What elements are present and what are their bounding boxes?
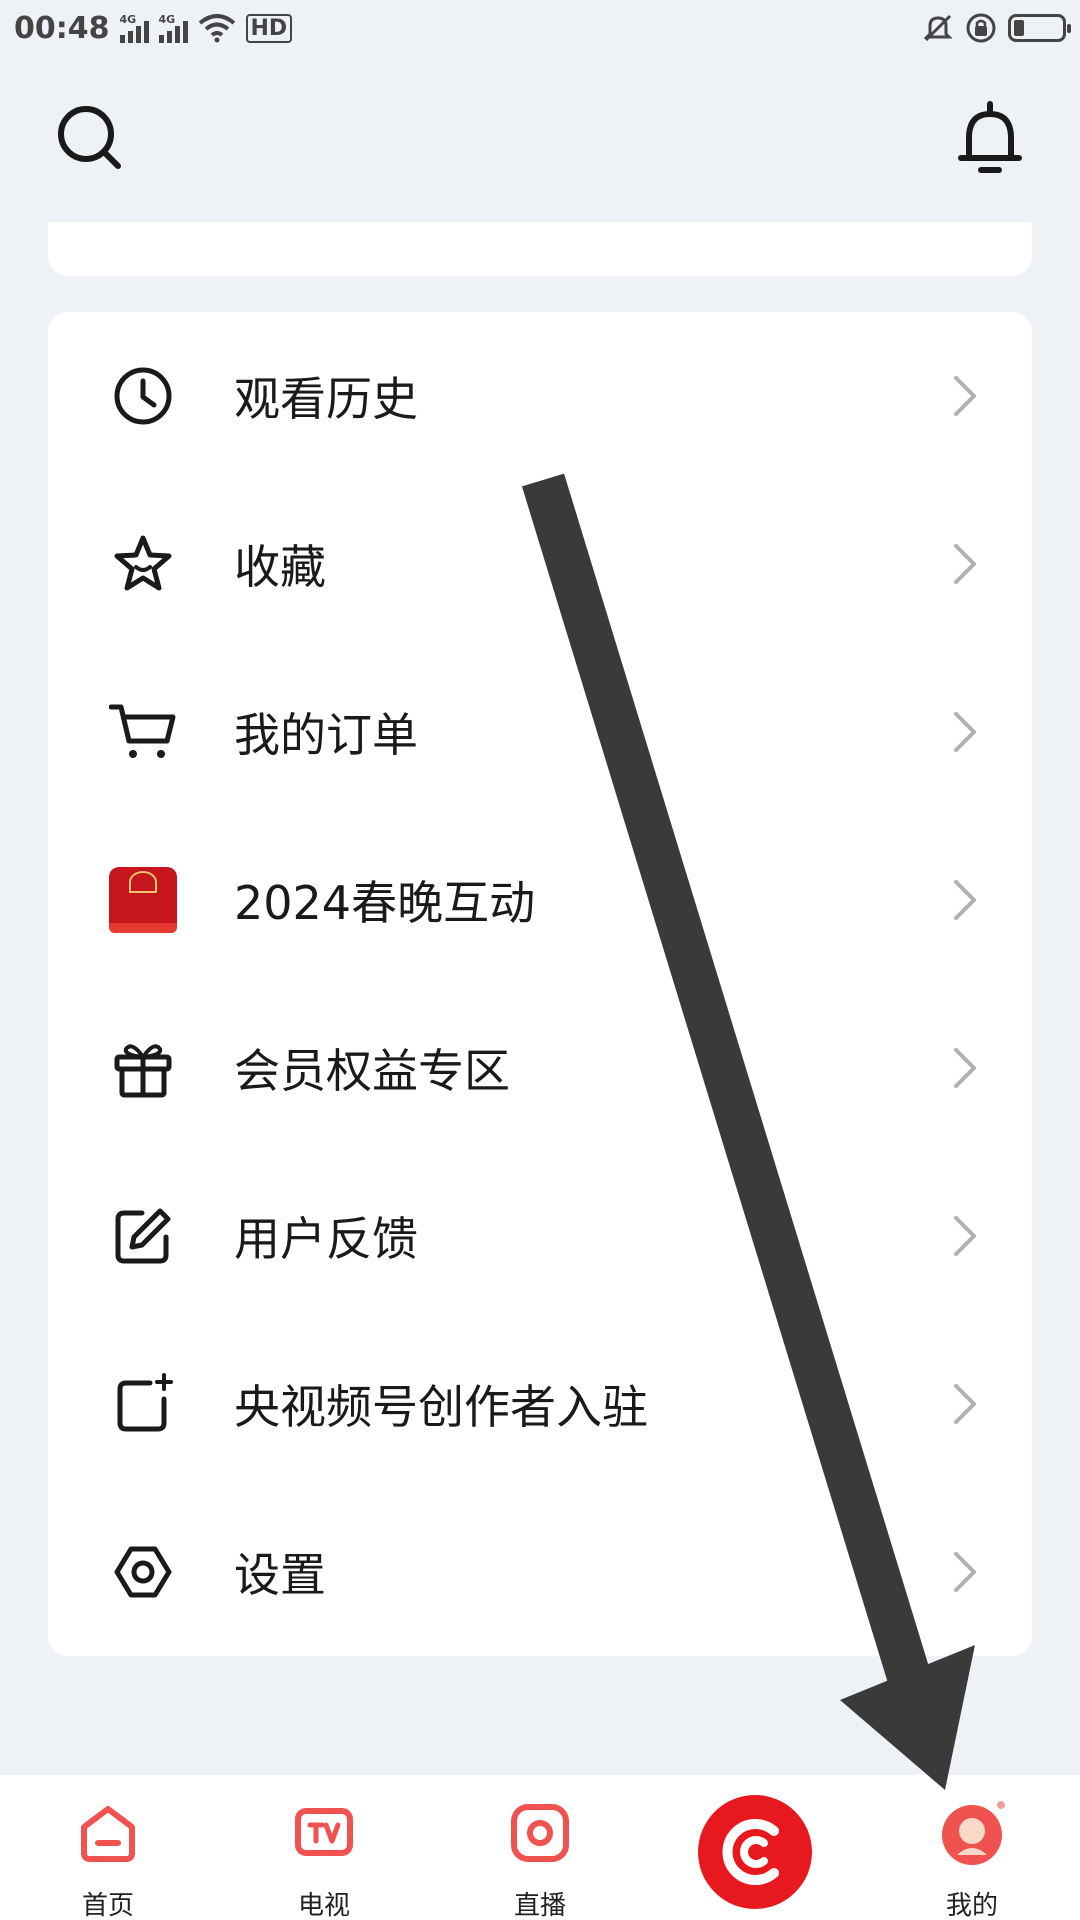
menu-item-creator-signup[interactable]: 央视频号创作者入驻 — [48, 1320, 1032, 1488]
search-icon — [58, 106, 121, 169]
menu-item-label: 我的订单 — [234, 708, 418, 762]
home-icon — [81, 1806, 135, 1862]
battery-icon — [1008, 14, 1071, 42]
nav-tv[interactable]: 电视 — [254, 1775, 394, 1920]
nav-center-button[interactable] — [698, 1795, 812, 1909]
menu-item-feedback[interactable]: 用户反馈 — [48, 1152, 1032, 1320]
gift-icon — [108, 1033, 178, 1103]
menu-item-favorites[interactable]: 收藏 — [48, 480, 1032, 648]
notification-button[interactable] — [955, 100, 1025, 180]
menu-item-label: 观看历史 — [234, 372, 418, 426]
chevron-right-icon — [954, 880, 976, 920]
chevron-right-icon — [954, 544, 976, 584]
live-icon — [511, 1804, 569, 1862]
scrolled-card — [48, 222, 1032, 276]
signal-tag: 4G — [119, 13, 137, 26]
search-button[interactable] — [56, 104, 126, 174]
nav-home[interactable]: 首页 — [38, 1775, 178, 1920]
menu-card: 观看历史 收藏 我的订单 2024春晚互动 会员权益专区 用户反馈 央视频号创作… — [48, 312, 1032, 1656]
nav-label: 我的 — [945, 1891, 998, 1920]
signal-tag: 4G — [158, 13, 176, 26]
nav-me[interactable]: 我的 — [902, 1775, 1042, 1920]
chevron-right-icon — [954, 1216, 976, 1256]
cart-icon — [108, 697, 178, 767]
wifi-icon — [198, 14, 235, 43]
chevron-right-icon — [954, 712, 976, 752]
menu-item-spring-gala[interactable]: 2024春晚互动 — [48, 816, 1032, 984]
edit-icon — [108, 1201, 178, 1271]
chevron-right-icon — [954, 376, 976, 416]
menu-item-watch-history[interactable]: 观看历史 — [48, 312, 1032, 480]
nav-label: 首页 — [81, 1891, 134, 1920]
star-icon — [108, 529, 178, 599]
menu-item-label: 收藏 — [234, 540, 326, 594]
signal-icon: 4G — [119, 13, 149, 43]
status-time: 00:48 — [14, 10, 110, 46]
header — [0, 100, 1080, 180]
nav-label: 电视 — [297, 1891, 350, 1920]
clock-icon — [108, 361, 178, 431]
hd-icon: HD — [245, 13, 293, 43]
wuliangye-logo-icon — [108, 865, 178, 935]
chevron-right-icon — [954, 1384, 976, 1424]
bottom-nav: 首页 电视 直播 我的 — [0, 1775, 1080, 1920]
nav-label: 直播 — [513, 1891, 566, 1920]
status-right — [922, 11, 1071, 45]
menu-item-settings[interactable]: 设置 — [48, 1488, 1032, 1656]
profile-avatar-icon — [942, 1801, 1005, 1865]
menu-item-label: 会员权益专区 — [234, 1044, 510, 1098]
cctv-center-icon — [722, 1819, 779, 1885]
bell-icon — [958, 101, 1022, 173]
status-left: 00:48 4G 4G HD — [14, 10, 293, 46]
tv-icon — [295, 1808, 353, 1856]
chevron-right-icon — [954, 1048, 976, 1088]
menu-item-label: 央视频号创作者入驻 — [234, 1380, 648, 1434]
signal-icon: 4G — [158, 13, 188, 43]
menu-item-label: 设置 — [234, 1548, 326, 1602]
menu-item-my-orders[interactable]: 我的订单 — [48, 648, 1032, 816]
menu-item-member-benefits[interactable]: 会员权益专区 — [48, 984, 1032, 1152]
add-creator-icon — [108, 1369, 178, 1439]
settings-icon — [108, 1537, 178, 1607]
rotation-lock-icon — [966, 13, 996, 43]
status-bar: 00:48 4G 4G HD — [0, 0, 1080, 56]
chevron-right-icon — [954, 1552, 976, 1592]
menu-item-label: 2024春晚互动 — [234, 876, 536, 930]
menu-item-label: 用户反馈 — [234, 1212, 418, 1266]
nav-live[interactable]: 直播 — [470, 1775, 610, 1920]
mute-icon — [923, 14, 953, 42]
